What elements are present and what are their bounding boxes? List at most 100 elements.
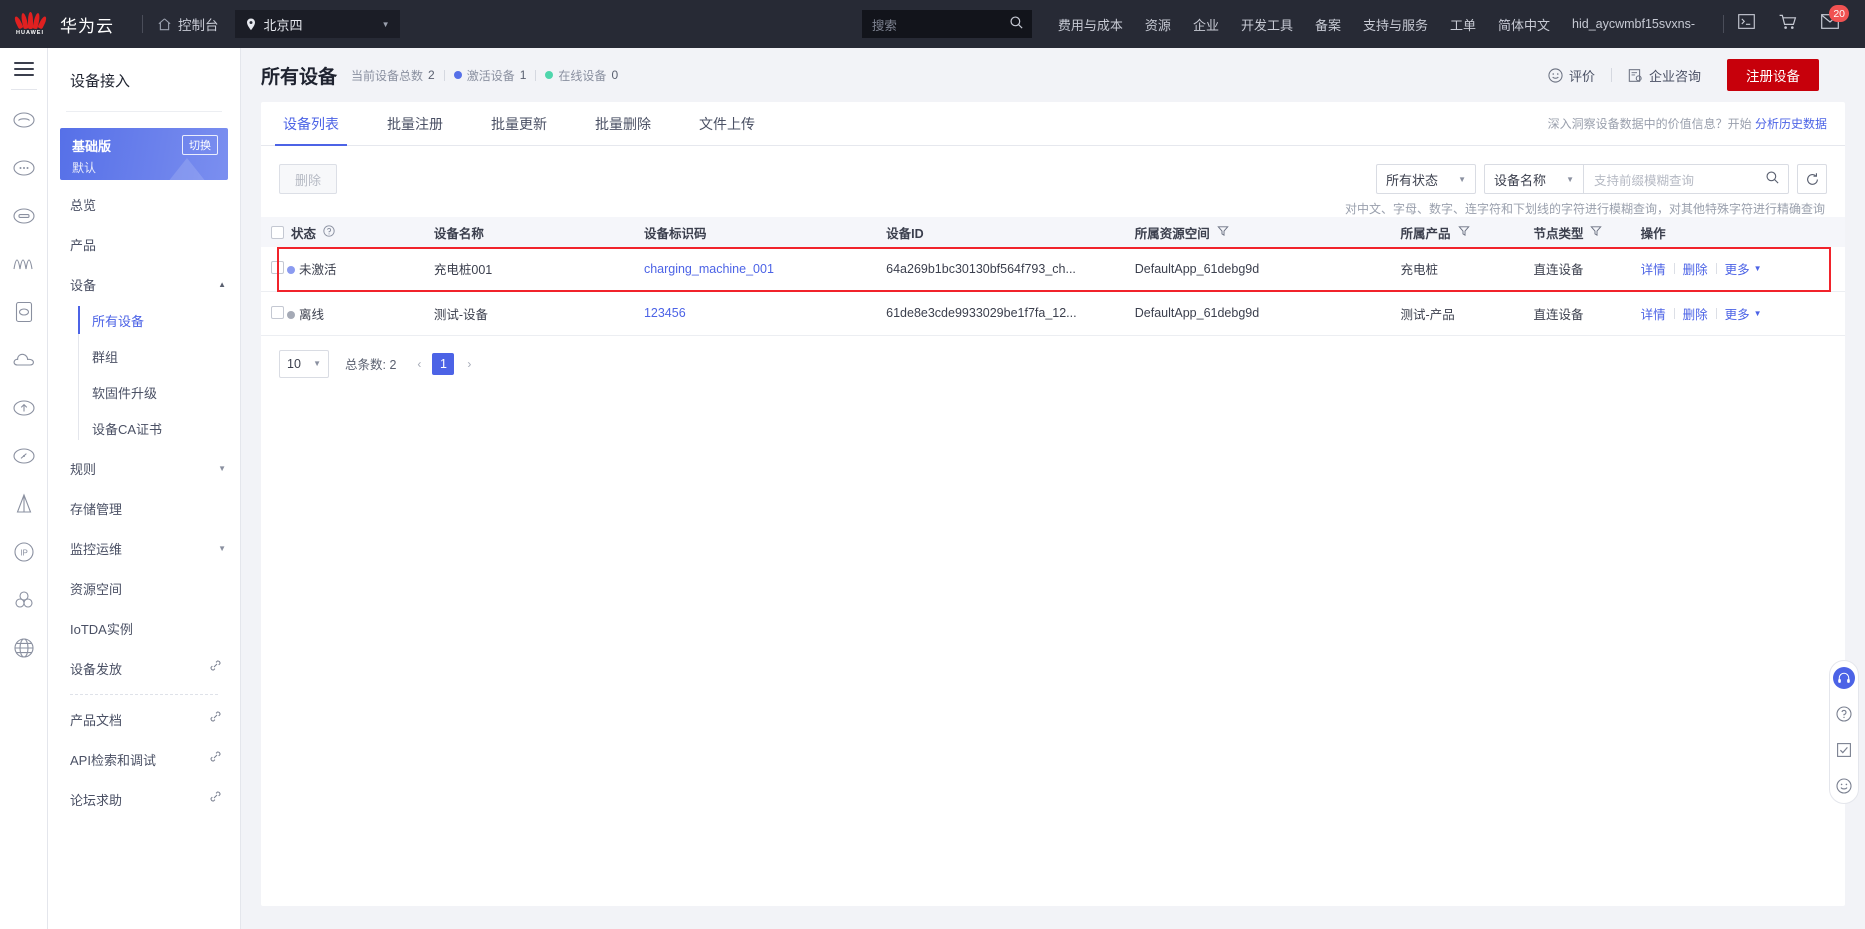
- help-icon[interactable]: [323, 224, 335, 240]
- sidebar-item-api-explorer[interactable]: API检索和调试: [48, 743, 240, 775]
- filter-icon[interactable]: [1457, 225, 1470, 240]
- huawei-fan-icon: [13, 12, 48, 30]
- select-all-checkbox[interactable]: [271, 225, 284, 239]
- device-search-input[interactable]: 支持前缀模糊查询: [1584, 164, 1789, 194]
- delete-button[interactable]: 删除: [279, 164, 337, 194]
- hamburger-icon[interactable]: [13, 62, 34, 76]
- cloud-storage-icon[interactable]: [9, 201, 39, 231]
- wave-icon[interactable]: [9, 249, 39, 279]
- global-search-input[interactable]: 搜索: [861, 10, 1032, 38]
- sidebar-item-storage-management[interactable]: 存储管理: [48, 492, 240, 524]
- cluster-icon[interactable]: [9, 585, 39, 615]
- delete-link[interactable]: 删除: [1683, 259, 1708, 278]
- row-checkbox[interactable]: [271, 261, 284, 275]
- topnav-item-7[interactable]: 简体中文: [1498, 15, 1550, 34]
- sidebar-item-overview[interactable]: 总览: [48, 188, 240, 220]
- topnav-item-4[interactable]: 备案: [1315, 15, 1341, 34]
- device-icon[interactable]: [9, 297, 39, 327]
- sidebar-item-firmware-upgrade[interactable]: 软固件升级: [78, 376, 240, 408]
- delete-link[interactable]: 删除: [1683, 304, 1708, 323]
- chevron-down-icon[interactable]: ▼: [1754, 309, 1762, 318]
- sidebar-item-resource-space[interactable]: 资源空间: [48, 572, 240, 604]
- more-link[interactable]: 更多: [1725, 259, 1750, 278]
- account-name[interactable]: hid_aycwmbf15svxns-: [1572, 17, 1695, 31]
- help-icon[interactable]: [1833, 703, 1855, 725]
- sidebar-group-monitoring[interactable]: 监控运维 ▼: [48, 532, 240, 564]
- search-icon[interactable]: [1765, 170, 1780, 188]
- sidebar-item-product-docs[interactable]: 产品文档: [48, 703, 240, 735]
- tab-file-upload[interactable]: 文件上传: [695, 114, 759, 145]
- topnav-item-2[interactable]: 企业: [1193, 15, 1219, 34]
- sidebar-item-groups[interactable]: 群组: [78, 340, 240, 372]
- antenna-icon[interactable]: [9, 489, 39, 519]
- edition-card[interactable]: 基础版 切换 默认: [60, 128, 228, 180]
- external-link-icon: [209, 750, 222, 768]
- topnav-item-1[interactable]: 资源: [1145, 15, 1171, 34]
- cloud-service-icon[interactable]: [9, 105, 39, 135]
- detail-link[interactable]: 详情: [1641, 259, 1666, 278]
- analyze-history-link[interactable]: 分析历史数据: [1755, 117, 1827, 131]
- chevron-down-icon[interactable]: ▼: [1754, 264, 1762, 273]
- topnav-item-6[interactable]: 工单: [1450, 15, 1476, 34]
- smile-icon[interactable]: [1833, 775, 1855, 797]
- sidebar-item-forum-help[interactable]: 论坛求助: [48, 783, 240, 815]
- region-selector[interactable]: 北京四 ▼: [234, 10, 400, 38]
- more-link[interactable]: 更多: [1725, 304, 1750, 323]
- status-filter-select[interactable]: 所有状态 ▼: [1376, 164, 1476, 194]
- sidebar-group-rules[interactable]: 规则 ▼: [48, 452, 240, 484]
- console-link[interactable]: 控制台: [157, 14, 219, 34]
- tab-batch-register[interactable]: 批量注册: [383, 114, 447, 145]
- tab-device-list[interactable]: 设备列表: [275, 114, 347, 146]
- cloud-upload-icon[interactable]: [9, 393, 39, 423]
- sidebar-group-devices[interactable]: 设备 ▲: [48, 268, 240, 300]
- next-page-button[interactable]: ›: [458, 353, 480, 375]
- page-size-select[interactable]: 10 ▼: [279, 349, 329, 378]
- survey-icon[interactable]: [1833, 739, 1855, 761]
- divider: [1715, 263, 1717, 275]
- sidebar-item-products[interactable]: 产品: [48, 228, 240, 260]
- cloud-chat-icon[interactable]: [9, 153, 39, 183]
- brand-name[interactable]: 华为云: [60, 12, 114, 37]
- huawei-logo[interactable]: HUAWEI: [0, 12, 60, 36]
- topnav-item-0[interactable]: 费用与成本: [1058, 15, 1123, 34]
- cloud-outline-icon[interactable]: [9, 345, 39, 375]
- rate-button[interactable]: 评价: [1548, 66, 1595, 85]
- table-row[interactable]: 离线 测试-设备 123456 61de8e3cde9933029be1f7fa…: [261, 291, 1845, 336]
- cell-node-id-link[interactable]: charging_machine_001: [633, 247, 877, 292]
- sidebar-item-device-provisioning[interactable]: 设备发放: [48, 652, 240, 684]
- topnav-item-3[interactable]: 开发工具: [1241, 15, 1293, 34]
- register-device-button[interactable]: 注册设备: [1727, 59, 1819, 91]
- topnav-item-5[interactable]: 支持与服务: [1363, 15, 1428, 34]
- cell-device-name: 测试-设备: [423, 291, 634, 336]
- row-checkbox[interactable]: [271, 305, 284, 319]
- headset-icon[interactable]: [1833, 667, 1855, 689]
- prev-page-button[interactable]: ‹: [408, 353, 430, 375]
- cloudshell-icon[interactable]: [1738, 14, 1755, 34]
- refresh-button[interactable]: [1797, 164, 1827, 194]
- ip-icon[interactable]: IP: [9, 537, 39, 567]
- page-number-1[interactable]: 1: [432, 352, 455, 375]
- table-row[interactable]: 未激活 充电桩001 charging_machine_001 64a269b1…: [261, 247, 1845, 292]
- search-icon[interactable]: [1009, 15, 1024, 33]
- page-header-actions: 评价 企业咨询 注册设备: [1548, 59, 1819, 91]
- tab-batch-delete[interactable]: 批量删除: [591, 114, 655, 145]
- enterprise-consult-button[interactable]: 企业咨询: [1628, 66, 1701, 85]
- filter-icon[interactable]: [1217, 225, 1229, 240]
- cart-icon[interactable]: [1779, 14, 1797, 35]
- sidebar-item-device-ca-cert[interactable]: 设备CA证书: [78, 412, 240, 444]
- cell-node-id-link[interactable]: 123456: [633, 291, 877, 336]
- sidebar-subitem-label: 群组: [92, 349, 119, 365]
- tab-batch-update[interactable]: 批量更新: [487, 114, 551, 145]
- cloud-speed-icon[interactable]: [9, 441, 39, 471]
- status-cell-content: 离线: [271, 304, 424, 323]
- search-field-select[interactable]: 设备名称 ▼: [1484, 164, 1584, 194]
- globe-icon[interactable]: [9, 633, 39, 663]
- column-product: 所属产品: [1390, 217, 1524, 247]
- sidebar-item-iotda-instance[interactable]: IoTDA实例: [48, 612, 240, 644]
- sidebar-item-all-devices[interactable]: 所有设备: [78, 304, 240, 336]
- detail-link[interactable]: 详情: [1641, 304, 1666, 323]
- edition-switch-button[interactable]: 切换: [182, 135, 218, 155]
- filter-icon[interactable]: [1590, 225, 1603, 240]
- cell-operations: 详情 删除 更多 ▼: [1630, 291, 1845, 336]
- message-icon[interactable]: 20: [1821, 5, 1849, 34]
